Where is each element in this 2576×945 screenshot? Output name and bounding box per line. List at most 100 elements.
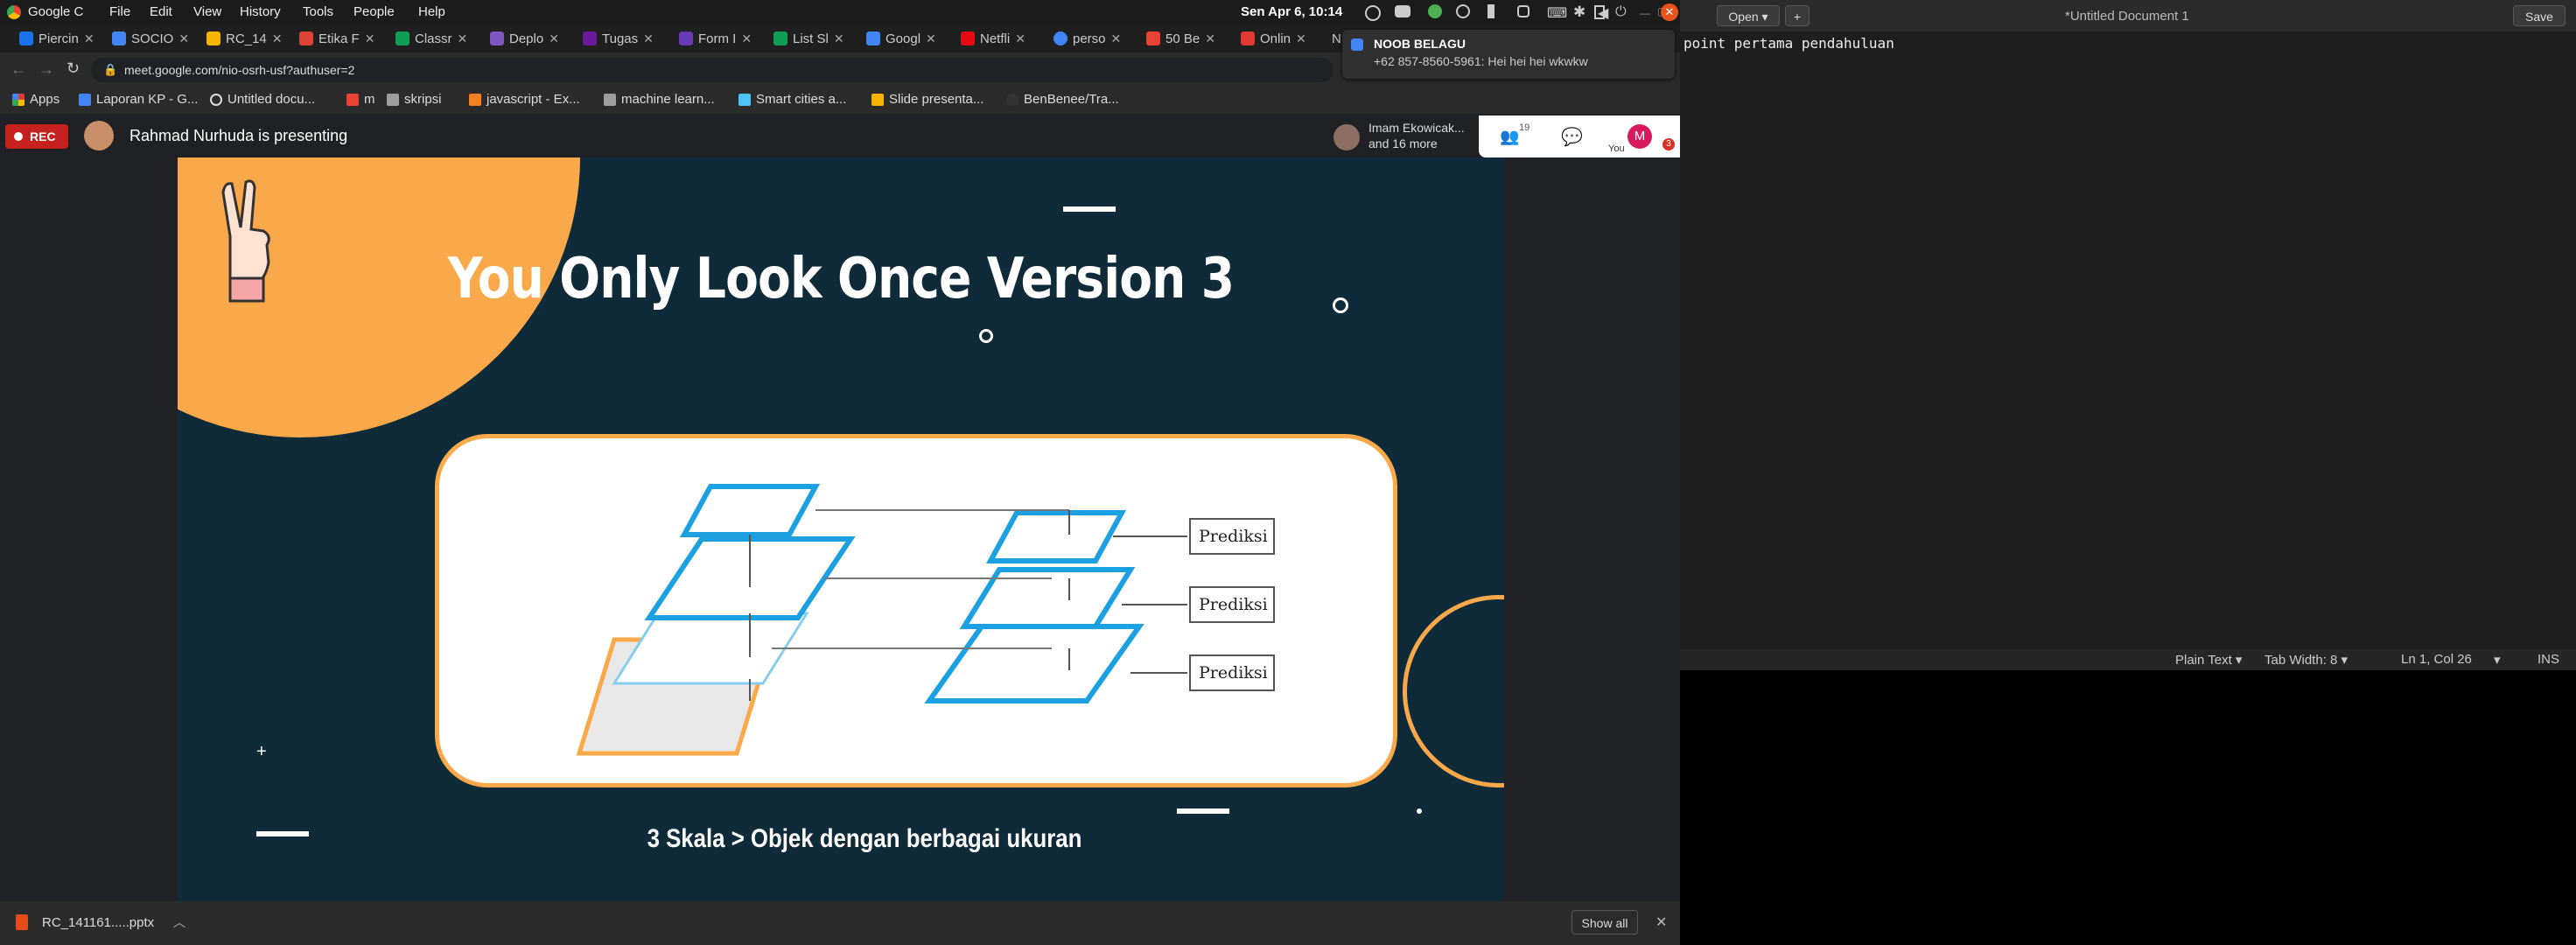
slide-title: You Only Look Once Version 3: [447, 247, 1235, 312]
bookmark-item[interactable]: Smart cities a...: [738, 92, 846, 107]
menu-people[interactable]: People: [354, 4, 395, 19]
insert-mode[interactable]: INS: [2538, 652, 2559, 667]
close-tab-icon[interactable]: ✕: [1205, 32, 1215, 46]
tab[interactable]: Classr ✕: [396, 24, 467, 52]
tab-label: Onlin: [1260, 31, 1292, 46]
bookmark-folder[interactable]: machine learn...: [604, 92, 715, 107]
close-tab-icon[interactable]: ✕: [1111, 32, 1122, 46]
tab[interactable]: Piercin ✕: [19, 24, 94, 52]
close-tab-icon[interactable]: ✕: [741, 32, 752, 46]
participants-chip[interactable]: Imam Ekowicak... and 16 more: [1326, 116, 1472, 158]
bookmark-item[interactable]: Slide presenta...: [872, 92, 984, 107]
tab-label: Etika F: [318, 31, 360, 46]
close-window-icon[interactable]: ✕: [1661, 4, 1678, 21]
chevron-up-icon[interactable]: ︿: [173, 914, 186, 931]
bookmark-label: Laporan KP - G...: [96, 92, 199, 107]
minimize-icon[interactable]: —: [1640, 7, 1650, 19]
menu-history[interactable]: History: [240, 4, 281, 19]
gedit-text-area[interactable]: point pertama pendahuluan: [1680, 32, 2576, 649]
presenter-avatar: [84, 121, 114, 150]
tab[interactable]: Tugas ✕: [583, 24, 654, 52]
menu-file[interactable]: File: [109, 4, 130, 19]
save-button[interactable]: Save: [2513, 5, 2566, 26]
tray-icon[interactable]: [1365, 5, 1381, 21]
whatsapp-icon[interactable]: [1428, 4, 1442, 18]
bookmark-item[interactable]: Untitled docu...: [210, 92, 315, 107]
tab[interactable]: Form I ✕: [679, 24, 752, 52]
menu-tools[interactable]: Tools: [303, 4, 333, 19]
keyboard-icon[interactable]: ⌨: [1547, 4, 1567, 22]
bookmarks-bar: Apps Laporan KP - G... Untitled docu... …: [0, 88, 1680, 114]
notification-body: +62 857-8560-5961: Hei hei hei wkwkw: [1374, 54, 1588, 68]
bookmark-folder[interactable]: skripsi: [387, 92, 442, 107]
tab-favicon-icon: [1054, 32, 1068, 46]
decor-plus: +: [256, 742, 267, 761]
language-selector[interactable]: Plain Text ▾: [2175, 652, 2242, 668]
tab[interactable]: 50 Be ✕: [1146, 24, 1215, 52]
power-icon[interactable]: ⏻: [1615, 4, 1627, 20]
close-tab-icon[interactable]: ✕: [1015, 32, 1026, 46]
open-button[interactable]: Open ▾: [1717, 5, 1780, 26]
tab[interactable]: Netfli ✕: [961, 24, 1026, 52]
close-tab-icon[interactable]: ✕: [458, 32, 468, 46]
gedit-document-title: *Untitled Document 1: [2065, 9, 2189, 24]
close-tab-icon[interactable]: ✕: [549, 32, 559, 46]
cursor-position[interactable]: Ln 1, Col 26: [2401, 652, 2472, 667]
new-document-button[interactable]: +: [1785, 5, 1810, 26]
close-tab-icon[interactable]: ✕: [643, 32, 654, 46]
bookmark-label: javascript - Ex...: [486, 92, 580, 107]
close-tab-icon[interactable]: ✕: [1296, 32, 1306, 46]
bookmark-apps[interactable]: Apps: [12, 92, 60, 107]
document-text[interactable]: point pertama pendahuluan: [1684, 35, 1894, 52]
rec-badge: REC: [5, 124, 68, 149]
tab[interactable]: N: [1332, 24, 1341, 52]
reload-icon[interactable]: ↻: [66, 60, 80, 78]
tab-label: perso: [1073, 31, 1106, 46]
tab[interactable]: Deplo ✕: [490, 24, 559, 52]
tab[interactable]: perso ✕: [1054, 24, 1121, 52]
menu-edit[interactable]: Edit: [150, 4, 172, 19]
update-icon[interactable]: [1456, 4, 1470, 18]
menu-view[interactable]: View: [193, 4, 221, 19]
close-tab-icon[interactable]: ✕: [834, 32, 844, 46]
clock[interactable]: Sen Apr 6, 10:14: [1241, 4, 1342, 19]
tab[interactable]: RC_14 ✕: [206, 24, 282, 52]
show-all-button[interactable]: Show all: [1572, 910, 1638, 934]
close-tab-icon[interactable]: ✕: [84, 32, 94, 46]
chat-icon[interactable]: 💬: [1561, 126, 1583, 148]
usb-icon[interactable]: [1488, 4, 1494, 18]
close-tab-icon[interactable]: ✕: [365, 32, 375, 46]
tab-width-selector[interactable]: Tab Width: 8 ▾: [2264, 652, 2348, 668]
back-icon[interactable]: ←: [10, 60, 26, 79]
tab[interactable]: List Sl ✕: [774, 24, 844, 52]
close-tab-icon[interactable]: ✕: [272, 32, 283, 46]
docs-icon: [79, 93, 91, 106]
tab[interactable]: SOCIO ✕: [112, 24, 189, 52]
omnibox[interactable]: 🔒 meet.google.com/nio-osrh-usf?authuser=…: [91, 58, 1334, 82]
decor-dash: [1177, 808, 1229, 814]
tab[interactable]: Googl ✕: [866, 24, 936, 52]
close-tab-icon[interactable]: ✕: [178, 32, 189, 46]
bookmark-item[interactable]: BenBenee/Tra...: [1006, 92, 1119, 107]
bookmark-item[interactable]: javascript - Ex...: [469, 92, 580, 107]
tab[interactable]: Etika F ✕: [299, 24, 374, 52]
bluetooth-icon[interactable]: ✱: [1573, 4, 1586, 21]
discord-icon[interactable]: [1395, 5, 1410, 18]
bookmark-item[interactable]: m: [346, 92, 375, 107]
battery-icon[interactable]: [1594, 5, 1605, 19]
user-avatar[interactable]: M: [1628, 124, 1652, 149]
notification-popup[interactable]: NOOB BELAGU +62 857-8560-5961: Hei hei h…: [1342, 30, 1675, 79]
menu-help[interactable]: Help: [418, 4, 445, 19]
close-download-icon[interactable]: ✕: [1656, 914, 1667, 931]
dropbox-icon[interactable]: [1517, 5, 1530, 18]
chevron-down-icon[interactable]: ▾: [2494, 652, 2501, 668]
close-tab-icon[interactable]: ✕: [926, 32, 936, 46]
forward-icon[interactable]: →: [38, 60, 54, 79]
tab[interactable]: Onlin ✕: [1241, 24, 1306, 52]
bookmark-item[interactable]: Laporan KP - G...: [79, 92, 198, 107]
open-label: Open: [1728, 10, 1759, 24]
lock-icon: 🔒: [103, 63, 118, 76]
url-text[interactable]: meet.google.com/nio-osrh-usf?authuser=2: [124, 63, 354, 77]
people-icon[interactable]: 👥: [1500, 128, 1519, 146]
download-filename[interactable]: RC_141161.....pptx: [42, 915, 154, 930]
